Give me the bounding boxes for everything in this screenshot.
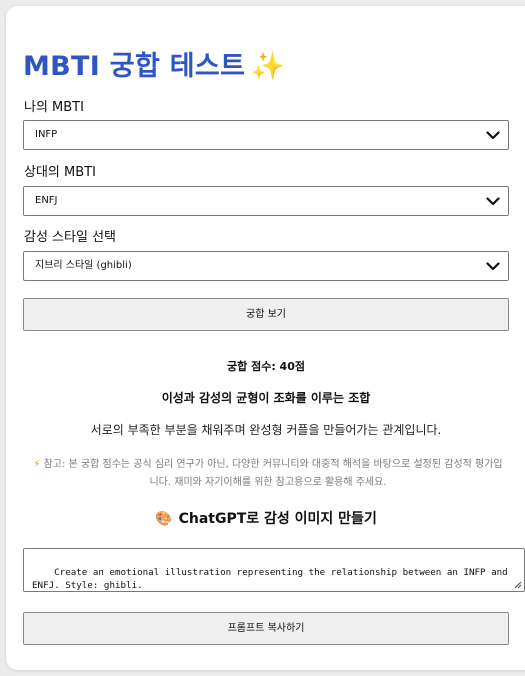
prompt-textarea[interactable]: Create an emotional illustration represe… [23, 548, 525, 592]
page-title-text: MBTI 궁합 테스트 [23, 51, 246, 82]
page-title: MBTI 궁합 테스트 ✨ [23, 44, 285, 83]
score-text: 궁합 점수: 40점 [227, 360, 305, 373]
prompt-section-title-text: ChatGPT로 감성 이미지 만들기 [178, 511, 377, 527]
my-mbti-value: INFP [35, 129, 58, 140]
style-select[interactable]: 지브리 스타일 (ghibli) [23, 251, 509, 281]
partner-mbti-select[interactable]: ENFJ [23, 186, 509, 216]
style-value: 지브리 스타일 (ghibli) [35, 260, 132, 271]
prompt-text: Create an emotional illustration represe… [32, 567, 514, 591]
disclaimer-text: 참고: 본 궁합 점수는 공식 심리 연구가 아닌, 다양한 커뮤니티와 대중적… [43, 459, 503, 488]
main-card: MBTI 궁합 테스트 ✨ 나의 MBTI INFP 상대의 MBTI ENFJ … [6, 6, 525, 670]
my-mbti-label: 나의 MBTI [24, 100, 84, 115]
result-description: 서로의 부족한 부분을 채워주며 완성형 커플을 만들어가는 관계입니다. [90, 423, 442, 437]
palette-icon: 🎨 [155, 511, 173, 527]
chevron-down-icon [486, 262, 500, 271]
partner-mbti-label: 상대의 MBTI [24, 165, 96, 180]
sparkle-icon: ✨ [251, 51, 286, 82]
resize-handle-icon[interactable] [512, 579, 522, 589]
chevron-down-icon [486, 197, 500, 206]
copy-prompt-button[interactable]: 프롬프트 복사하기 [23, 612, 509, 645]
result-headline: 이성과 감성의 균형이 조화를 이루는 조합 [161, 391, 371, 405]
chevron-down-icon [486, 131, 500, 140]
my-mbti-select[interactable]: INFP [23, 120, 509, 150]
lightning-icon: ⚡ [33, 459, 41, 470]
prompt-section-title: 🎨 ChatGPT로 감성 이미지 만들기 [23, 508, 509, 528]
partner-mbti-value: ENFJ [35, 195, 58, 206]
check-compatibility-button[interactable]: 궁합 보기 [23, 298, 509, 331]
style-label: 감성 스타일 선택 [24, 230, 116, 245]
disclaimer-note: ⚡ 참고: 본 궁합 점수는 공식 심리 연구가 아닌, 다양한 커뮤니티와 대… [29, 456, 507, 492]
